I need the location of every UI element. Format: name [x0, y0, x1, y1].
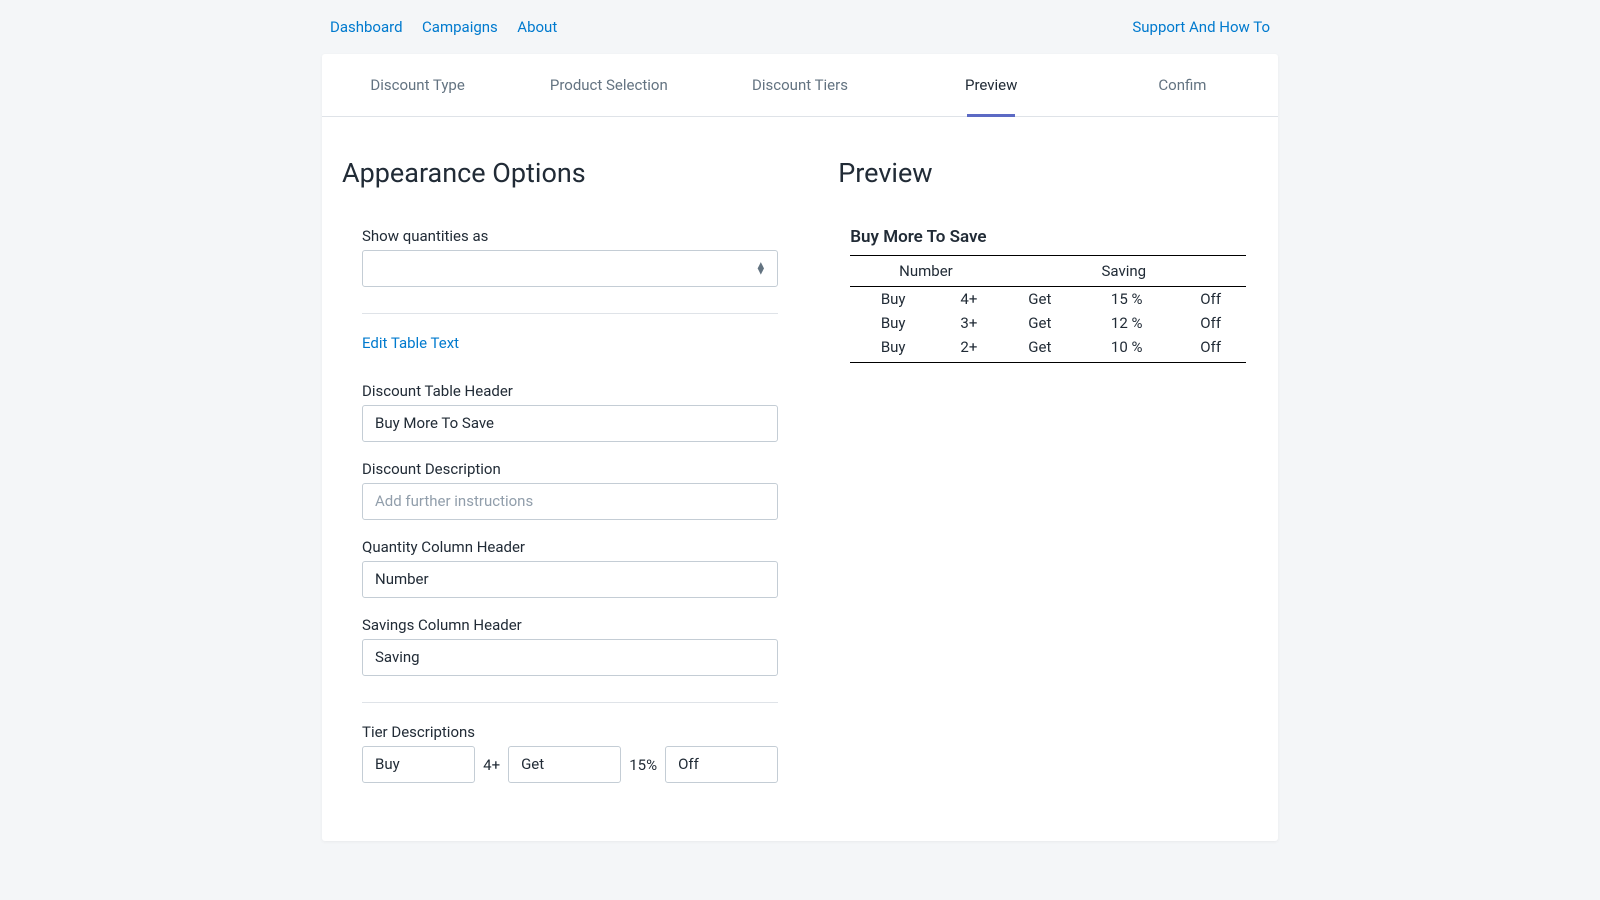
tier-buy-input[interactable] — [362, 746, 475, 783]
tier-off-input[interactable] — [665, 746, 778, 783]
nav-about[interactable]: About — [517, 18, 557, 36]
quantity-column-label: Quantity Column Header — [362, 538, 778, 556]
preview-cell-get: Get — [1002, 311, 1078, 335]
divider — [362, 313, 778, 314]
discount-header-input[interactable] — [362, 405, 778, 442]
wizard-tabs: Discount Type Product Selection Discount… — [322, 54, 1278, 117]
quantity-column-input[interactable] — [362, 561, 778, 598]
appearance-heading: Appearance Options — [342, 157, 798, 189]
preview-cell-buy: Buy — [850, 311, 936, 335]
tier-descriptions-label: Tier Descriptions — [362, 723, 778, 741]
tab-preview[interactable]: Preview — [896, 54, 1087, 116]
top-nav-right: Support And How To — [1132, 18, 1270, 36]
nav-dashboard[interactable]: Dashboard — [330, 18, 403, 36]
tier-qty-text: 4+ — [483, 756, 500, 774]
tier-row: 4+ 15% — [362, 746, 778, 783]
savings-column-input[interactable] — [362, 639, 778, 676]
show-quantities-label: Show quantities as — [362, 227, 778, 245]
content-area: Appearance Options Show quantities as ▲▼… — [322, 117, 1278, 841]
tab-confirm[interactable]: Confim — [1087, 54, 1278, 116]
nav-campaigns[interactable]: Campaigns — [422, 18, 498, 36]
preview-cell-pct: 10 % — [1078, 335, 1175, 363]
preview-row: Buy 2+ Get 10 % Off — [850, 335, 1246, 363]
tab-discount-type[interactable]: Discount Type — [322, 54, 513, 116]
tier-get-input[interactable] — [508, 746, 621, 783]
discount-description-label: Discount Description — [362, 460, 778, 478]
nav-support[interactable]: Support And How To — [1132, 18, 1270, 36]
preview-cell-buy: Buy — [850, 335, 936, 363]
divider — [362, 702, 778, 703]
tab-product-selection[interactable]: Product Selection — [513, 54, 704, 116]
preview-cell-qty: 2+ — [936, 335, 1002, 363]
edit-table-text-link[interactable]: Edit Table Text — [362, 334, 459, 352]
preview-cell-get: Get — [1002, 335, 1078, 363]
tab-discount-tiers[interactable]: Discount Tiers — [704, 54, 895, 116]
preview-row: Buy 4+ Get 15 % Off — [850, 287, 1246, 312]
preview-table-title: Buy More To Save — [850, 227, 1246, 247]
preview-cell-qty: 3+ — [936, 311, 1002, 335]
show-quantities-select[interactable] — [362, 250, 778, 287]
discount-description-input[interactable] — [362, 483, 778, 520]
tier-pct-text: 15% — [629, 756, 657, 774]
preview-cell-off: Off — [1175, 335, 1246, 363]
top-nav-left: Dashboard Campaigns About — [330, 18, 573, 36]
preview-panel: Preview Buy More To Save Number Saving — [828, 157, 1258, 801]
preview-cell-pct: 12 % — [1078, 311, 1175, 335]
preview-cell-qty: 4+ — [936, 287, 1002, 312]
main-card: Discount Type Product Selection Discount… — [322, 54, 1278, 841]
preview-cell-off: Off — [1175, 311, 1246, 335]
preview-cell-get: Get — [1002, 287, 1078, 312]
discount-header-label: Discount Table Header — [362, 382, 778, 400]
preview-cell-buy: Buy — [850, 287, 936, 312]
preview-table: Number Saving Buy 4+ Get 15 % Off — [850, 255, 1246, 363]
preview-col-number: Number — [850, 256, 1001, 287]
preview-cell-pct: 15 % — [1078, 287, 1175, 312]
preview-col-saving: Saving — [1002, 256, 1246, 287]
preview-heading: Preview — [838, 157, 1258, 189]
savings-column-label: Savings Column Header — [362, 616, 778, 634]
appearance-panel: Appearance Options Show quantities as ▲▼… — [342, 157, 828, 801]
preview-row: Buy 3+ Get 12 % Off — [850, 311, 1246, 335]
preview-cell-off: Off — [1175, 287, 1246, 312]
top-nav: Dashboard Campaigns About Support And Ho… — [322, 0, 1278, 54]
